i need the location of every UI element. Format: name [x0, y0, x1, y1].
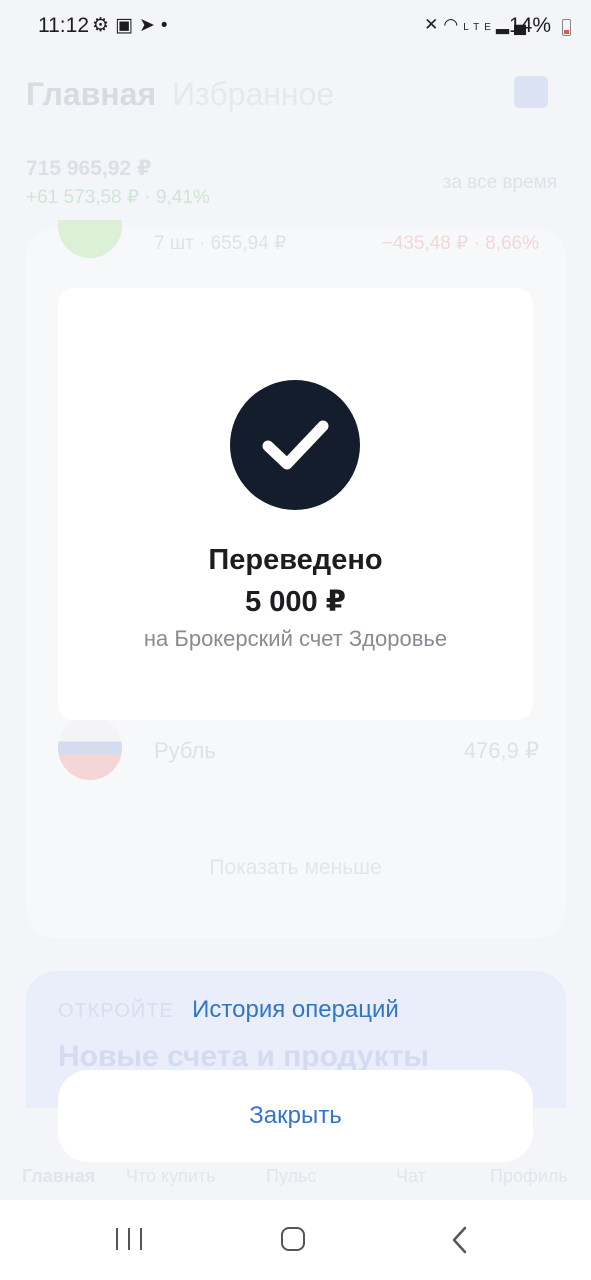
promo-title: Новые счета и продукты [58, 1040, 429, 1073]
close-button-label: Закрыть [249, 1102, 342, 1129]
notification-icons: ⚙▣➤• [92, 14, 174, 37]
ruble-flag-icon [58, 716, 122, 780]
bottom-tab-profile[interactable]: Профиль [490, 1166, 568, 1187]
close-button[interactable]: Закрыть [58, 1070, 533, 1162]
operations-history-link[interactable]: История операций [0, 996, 591, 1024]
holding-quantity: 7 шт · 655,94 ₽ [154, 233, 287, 254]
bottom-tab-main[interactable]: Главная [22, 1166, 95, 1187]
status-time: 11:12 [38, 14, 89, 37]
bottom-tab-pulse[interactable]: Пульс [266, 1166, 316, 1187]
gear-icon: ⚙ [92, 15, 116, 36]
image-icon: ▣ [115, 15, 139, 36]
portfolio-change: +61 573,58 ₽ · 9,41% [26, 187, 210, 208]
gift-icon[interactable] [514, 76, 548, 108]
bottom-tab-chat[interactable]: Чат [396, 1166, 426, 1187]
battery-icon [562, 19, 571, 36]
dot-icon: • [160, 15, 174, 36]
telegram-icon: ➤ [139, 15, 161, 36]
ruble-value: 476,9 ₽ [463, 738, 539, 763]
transfer-destination: на Брокерский счет Здоровье [143, 626, 448, 651]
mute-icon: ✕ [424, 15, 444, 34]
home-icon[interactable] [281, 1227, 305, 1251]
status-bar: 11:12 ⚙▣➤• ✕◠LTE▂▄ 14% [0, 0, 591, 56]
ruble-name: Рубль [154, 738, 216, 763]
check-icon [230, 380, 360, 510]
portfolio-total: 715 965,92 ₽ [26, 157, 152, 180]
bottom-tab-buy[interactable]: Что купить [126, 1166, 216, 1187]
tab-main[interactable]: Главная [26, 76, 156, 113]
system-nav-bar [0, 1200, 591, 1280]
show-less-button[interactable]: Показать меньше [0, 856, 591, 880]
volte-icon: LTE [463, 22, 496, 33]
transfer-amount: 5 000 ₽ [245, 586, 346, 618]
recent-apps-icon[interactable] [116, 1228, 142, 1250]
battery-percent: 14% [508, 14, 551, 37]
holding-change: −435,48 ₽ · 8,66% [381, 233, 539, 254]
dialog-title: Переведено [208, 544, 383, 576]
success-dialog: Переведено 5 000 ₽ на Брокерский счет Зд… [58, 288, 533, 720]
period-selector[interactable]: за все время [443, 172, 557, 194]
wifi-icon: ◠ [443, 15, 464, 34]
back-icon[interactable] [450, 1226, 470, 1259]
tab-favorites[interactable]: Избранное [172, 76, 334, 113]
